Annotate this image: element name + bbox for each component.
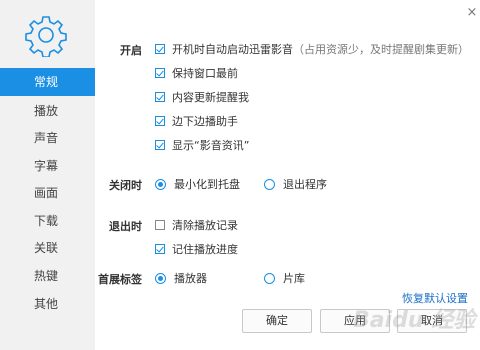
section-label-on-close: 关闭时 [109,179,142,192]
option-tab-player-label: 播放器 [174,272,207,285]
option-minimize-to-tray[interactable]: 最小化到托盘 [155,176,240,192]
checkbox-always-on-top[interactable] [155,68,165,78]
checkbox-update-reminder[interactable] [155,92,165,102]
option-exit-program-label: 退出程序 [283,178,327,191]
sidebar-item-download[interactable]: 下载 [0,207,95,235]
apply-button[interactable]: 应用 [320,309,390,333]
sidebar-item-playback[interactable]: 播放 [0,97,95,125]
ok-button[interactable]: 确定 [242,309,312,333]
option-clear-history-label: 清除播放记录 [172,219,238,232]
close-icon[interactable]: × [466,6,478,19]
option-exit-program[interactable]: 退出程序 [264,176,327,192]
sidebar-item-association[interactable]: 关联 [0,234,95,262]
option-autostart-label: 开机时自动启动迅雷影音 [172,43,293,56]
option-update-reminder[interactable]: 内容更新提醒我 [155,89,249,105]
option-show-news[interactable]: 显示“影音资讯” [155,137,249,153]
sidebar-item-subtitles[interactable]: 字幕 [0,152,95,180]
option-autostart-note: （占用资源少，及时提醒剧集更新） [293,43,469,56]
radio-tab-player[interactable] [155,272,166,284]
option-tab-library-label: 片库 [283,272,305,285]
radio-exit-program[interactable] [264,178,275,190]
checkbox-remember-progress[interactable] [155,244,165,254]
checkbox-clear-history[interactable] [155,220,165,230]
sidebar-item-sound[interactable]: 声音 [0,124,95,152]
sidebar-item-hotkeys[interactable]: 热键 [0,262,95,290]
option-show-news-label: 显示“影音资讯” [172,139,250,152]
option-clear-history[interactable]: 清除播放记录 [155,217,238,233]
checkbox-autostart[interactable] [155,44,165,54]
radio-tab-library[interactable] [264,272,275,284]
section-label-startup: 开启 [120,44,142,57]
sidebar-item-other[interactable]: 其他 [0,290,95,318]
section-label-first-tab: 首展标签 [98,273,142,286]
option-always-on-top-label: 保持窗口最前 [172,67,238,80]
cancel-button[interactable]: 取消 [397,309,467,333]
sidebar-item-general[interactable]: 常规 [0,68,95,96]
option-minimize-to-tray-label: 最小化到托盘 [174,178,240,191]
checkbox-show-news[interactable] [155,140,165,150]
sidebar: 常规 播放 声音 字幕 画面 下载 关联 热键 其他 [0,0,95,350]
section-label-on-exit: 退出时 [109,220,142,233]
option-autostart[interactable]: 开机时自动启动迅雷影音 （占用资源少，及时提醒剧集更新） [155,41,469,57]
sidebar-item-picture[interactable]: 画面 [0,179,95,207]
option-remember-progress[interactable]: 记住播放进度 [155,241,238,257]
option-update-reminder-label: 内容更新提醒我 [172,91,249,104]
restore-defaults-link[interactable]: 恢复默认设置 [402,290,468,306]
settings-gear-icon [25,16,67,57]
option-play-while-download[interactable]: 边下边播助手 [155,113,238,129]
option-remember-progress-label: 记住播放进度 [172,243,238,256]
option-tab-library[interactable]: 片库 [264,270,305,286]
option-tab-player[interactable]: 播放器 [155,270,207,286]
radio-minimize-to-tray[interactable] [155,178,166,190]
option-play-while-download-label: 边下边播助手 [172,115,238,128]
checkbox-play-while-download[interactable] [155,116,165,126]
option-always-on-top[interactable]: 保持窗口最前 [155,65,238,81]
